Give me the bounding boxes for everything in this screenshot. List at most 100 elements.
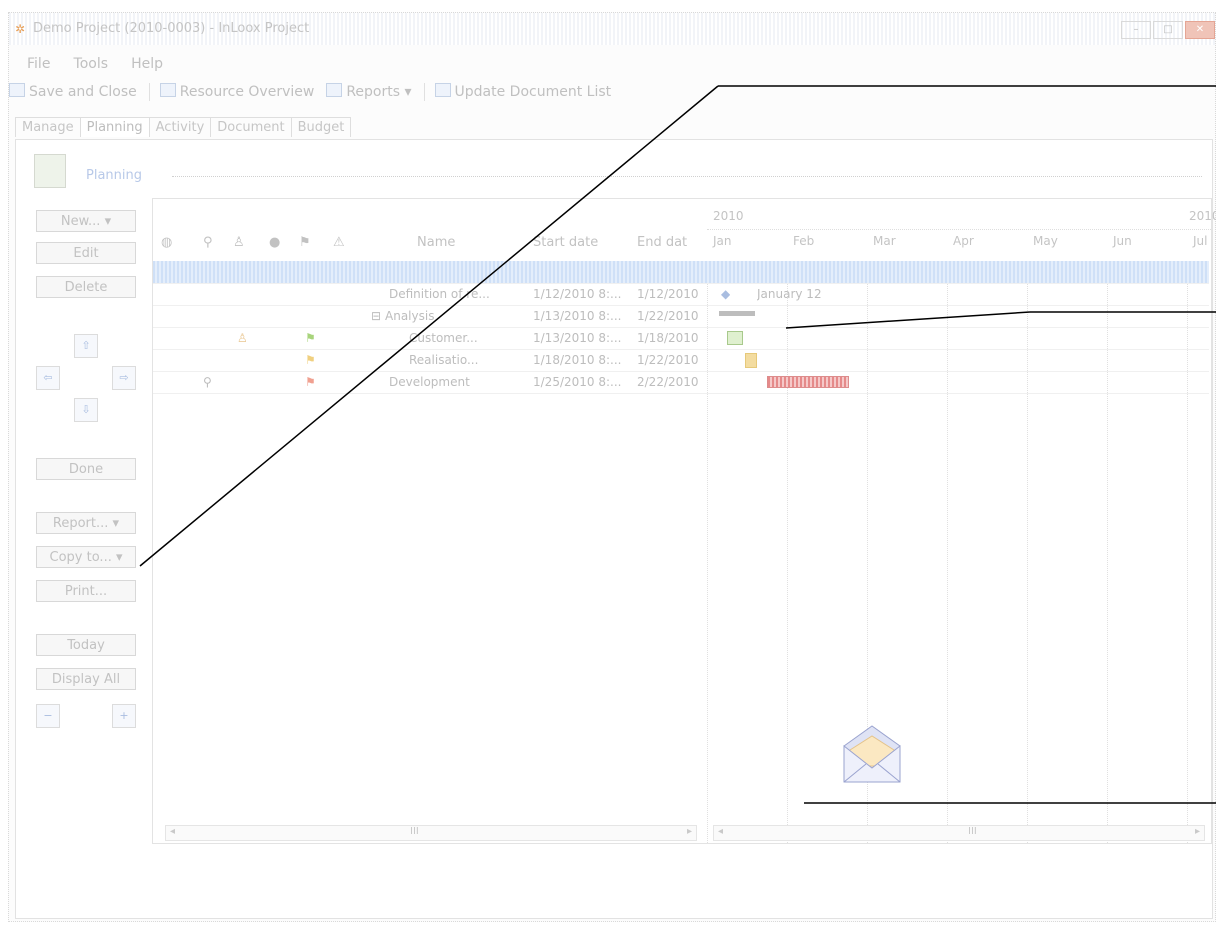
flag-icon: ⚑: [305, 331, 316, 345]
scroll-right-icon[interactable]: ▸: [687, 826, 692, 837]
report-button[interactable]: Report... ▾: [36, 512, 136, 534]
task-end: 1/12/2010: [637, 287, 699, 301]
table-row[interactable]: ♙ ⚑ Customer... 1/13/2010 8:... 1/18/201…: [153, 327, 1209, 350]
done-button[interactable]: Done: [36, 458, 136, 480]
table-row-selected[interactable]: [153, 261, 1209, 284]
key-icon: ⚲: [203, 375, 212, 389]
chevron-down-icon: ▾: [115, 550, 123, 565]
status-icon[interactable]: ●: [269, 235, 280, 250]
planning-grid: ◍ ⚲ ♙ ● ⚑ ⚠ Name Start date End dat 2010…: [152, 198, 1216, 844]
task-name: Analysis: [385, 309, 435, 323]
toolbar-separator: [148, 83, 150, 101]
table-row[interactable]: ⚑ Realisatio... 1/18/2010 8:... 1/22/201…: [153, 349, 1209, 372]
milestone-icon: ◆: [721, 287, 731, 301]
minimize-button[interactable]: –: [1121, 21, 1151, 39]
move-left-icon[interactable]: ⇦: [36, 366, 60, 390]
user-icon: ♙: [237, 331, 248, 345]
update-document-list-button[interactable]: Update Document List: [434, 83, 611, 100]
flag-icon[interactable]: ⚑: [299, 235, 311, 250]
gantt-year-right: 2010: [1189, 209, 1216, 223]
gantt-hscrollbar[interactable]: ◂ III ▸: [713, 825, 1205, 841]
globe-icon[interactable]: ◍: [161, 235, 172, 250]
tab-planning[interactable]: Planning: [79, 117, 150, 137]
tab-budget[interactable]: Budget: [290, 117, 352, 137]
save-close-button[interactable]: Save and Close: [9, 83, 137, 100]
gantt-month: Jul: [1193, 234, 1208, 248]
chevron-down-icon: ▾: [112, 516, 120, 531]
scroll-left-icon[interactable]: ◂: [170, 826, 175, 837]
task-name: Realisatio...: [409, 353, 479, 367]
name-column-header[interactable]: Name: [417, 235, 455, 250]
display-all-button[interactable]: Display All: [36, 668, 136, 690]
zoom-out-icon[interactable]: −: [36, 704, 60, 728]
planning-panel: Planning New... ▾ Edit Delete ⇧ ⇦ ⇨ ⇩ Do…: [15, 139, 1216, 919]
tab-activity[interactable]: Activity: [148, 117, 212, 137]
zoom-in-icon[interactable]: +: [112, 704, 136, 728]
refresh-icon: [434, 83, 451, 97]
reports-button[interactable]: Reports ▾: [326, 83, 412, 100]
task-name: Customer...: [409, 331, 478, 345]
flag-icon: ⚑: [305, 375, 316, 389]
table-hscrollbar[interactable]: ◂ III ▸: [165, 825, 697, 841]
task-end: 2/22/2010: [637, 375, 699, 389]
task-start: 1/12/2010 8:...: [533, 287, 622, 301]
move-up-icon[interactable]: ⇧: [74, 334, 98, 358]
tab-manage[interactable]: Manage: [15, 117, 81, 137]
envelope-icon: [843, 725, 901, 783]
task-start: 1/13/2010 8:...: [533, 309, 622, 323]
task-end: 1/22/2010: [637, 353, 699, 367]
toolbar: Save and Close Resource Overview Reports ▾…: [9, 83, 623, 107]
edit-button[interactable]: Edit: [36, 242, 136, 264]
table-row[interactable]: Definition of re... 1/12/2010 8:... 1/12…: [153, 283, 1209, 306]
gantt-month: Jun: [1113, 234, 1132, 248]
key-icon[interactable]: ⚲: [203, 235, 213, 250]
end-date-column-header[interactable]: End dat: [637, 235, 687, 250]
task-bar[interactable]: [745, 353, 757, 368]
collapse-icon[interactable]: ⊟: [371, 309, 381, 323]
chevron-down-icon: ▾: [104, 214, 112, 229]
app-icon: ✲: [15, 22, 26, 36]
scroll-grip: III: [410, 826, 419, 837]
section-divider: [172, 176, 1202, 177]
print-button[interactable]: Print...: [36, 580, 136, 602]
task-bar[interactable]: [767, 376, 849, 388]
table-row[interactable]: ⚲ ⚑ Development 1/25/2010 8:... 2/22/201…: [153, 371, 1209, 394]
task-start: 1/25/2010 8:...: [533, 375, 622, 389]
resource-overview-button[interactable]: Resource Overview: [159, 83, 314, 100]
tab-strip: Manage Planning Activity Document Budget: [15, 117, 352, 139]
gantt-month: Jan: [713, 234, 732, 248]
task-start: 1/18/2010 8:...: [533, 353, 622, 367]
scroll-right-icon[interactable]: ▸: [1195, 826, 1200, 837]
gantt-month: May: [1033, 234, 1058, 248]
planning-icon: [34, 154, 66, 188]
task-bar[interactable]: [727, 331, 743, 345]
gantt-month: Mar: [873, 234, 896, 248]
menu-tools[interactable]: Tools: [74, 56, 109, 72]
milestone-label: January 12: [757, 287, 822, 301]
tab-document[interactable]: Document: [210, 117, 292, 137]
menu-file[interactable]: File: [27, 56, 50, 72]
scroll-left-icon[interactable]: ◂: [718, 826, 723, 837]
window-title: Demo Project (2010-0003) - InLoox Projec…: [33, 21, 310, 36]
maximize-button[interactable]: □: [1153, 21, 1183, 39]
move-down-icon[interactable]: ⇩: [74, 398, 98, 422]
today-button[interactable]: Today: [36, 634, 136, 656]
copy-to-button[interactable]: Copy to... ▾: [36, 546, 136, 568]
task-name: Development: [389, 375, 470, 389]
table-row[interactable]: ⊟ Analysis 1/13/2010 8:... 1/22/2010: [153, 305, 1209, 328]
section-title: Planning: [86, 168, 142, 183]
menu-help[interactable]: Help: [131, 56, 163, 72]
summary-bar[interactable]: [719, 311, 755, 316]
warning-icon[interactable]: ⚠: [333, 235, 345, 250]
delete-button[interactable]: Delete: [36, 276, 136, 298]
user-icon[interactable]: ♙: [233, 235, 245, 250]
gantt-year-left: 2010: [713, 209, 744, 223]
new-button[interactable]: New... ▾: [36, 210, 136, 232]
scroll-grip: III: [968, 826, 977, 837]
close-button[interactable]: ✕: [1185, 21, 1215, 39]
menu-bar: File Tools Help: [9, 53, 163, 75]
flag-icon: ⚑: [305, 353, 316, 367]
move-right-icon[interactable]: ⇨: [112, 366, 136, 390]
start-date-column-header[interactable]: Start date: [533, 235, 598, 250]
task-start: 1/13/2010 8:...: [533, 331, 622, 345]
